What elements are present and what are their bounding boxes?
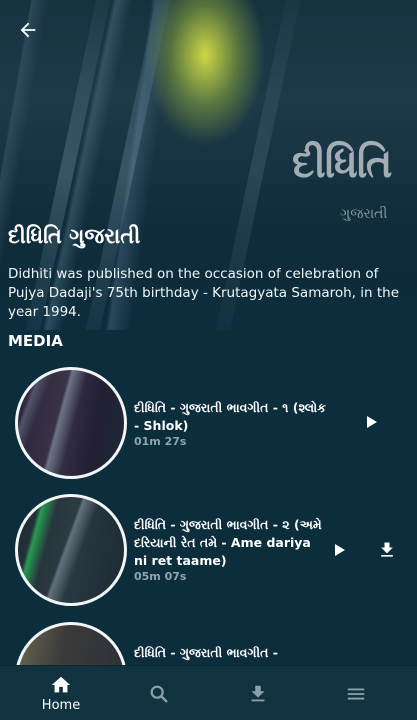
track-duration: 01m 27s: [134, 435, 187, 448]
bottom-navigation: Home: [0, 665, 417, 720]
nav-home[interactable]: Home: [9, 666, 113, 720]
album-description: Didhiti was published on the occasion of…: [8, 266, 400, 320]
download-icon: [381, 542, 393, 557]
play-icon: [367, 416, 377, 428]
play-button[interactable]: [358, 409, 384, 435]
track-title: દીધિતિ - ગુજરાતી ભાવગીત -: [134, 645, 278, 660]
album-title: દીધિતિ ગુજરાતી: [8, 224, 141, 248]
play-icon: [335, 544, 345, 556]
nav-downloads[interactable]: [206, 666, 310, 720]
download-button[interactable]: [374, 537, 400, 563]
nav-home-label: Home: [41, 698, 81, 713]
search-icon: [150, 685, 168, 703]
arrow-left-icon: [20, 22, 36, 38]
track-thumbnail: [15, 494, 127, 606]
back-button[interactable]: [14, 16, 42, 44]
track-title: દીધિતિ - ગુજરાતી ભાવગીત - ૧ (શ્લોક - Shl…: [134, 400, 326, 433]
cover-logo-subtitle: ગુજરાતી: [340, 206, 388, 222]
nav-menu[interactable]: [304, 666, 408, 720]
media-section-heading: MEDIA: [8, 332, 63, 350]
menu-icon: [347, 688, 365, 699]
media-list-item[interactable]: દીધિતિ - ગુજરાતી ભાવગીત - ૧ (શ્લોક - Shl…: [0, 367, 417, 487]
cover-logo-text: દીધિતિ: [292, 140, 392, 187]
home-icon: [51, 676, 71, 693]
download-icon: [251, 685, 265, 701]
track-duration: 05m 07s: [134, 570, 187, 583]
media-list-item[interactable]: દીધિતિ - ગુજરાતી ભાવગીત - ૨ (અમે દરિયાની…: [0, 494, 417, 614]
nav-search[interactable]: [107, 666, 211, 720]
track-title: દીધિતિ - ગુજરાતી ભાવગીત - ૨ (અમે દરિયાની…: [134, 517, 322, 568]
track-thumbnail: [15, 367, 127, 479]
play-button[interactable]: [326, 537, 352, 563]
